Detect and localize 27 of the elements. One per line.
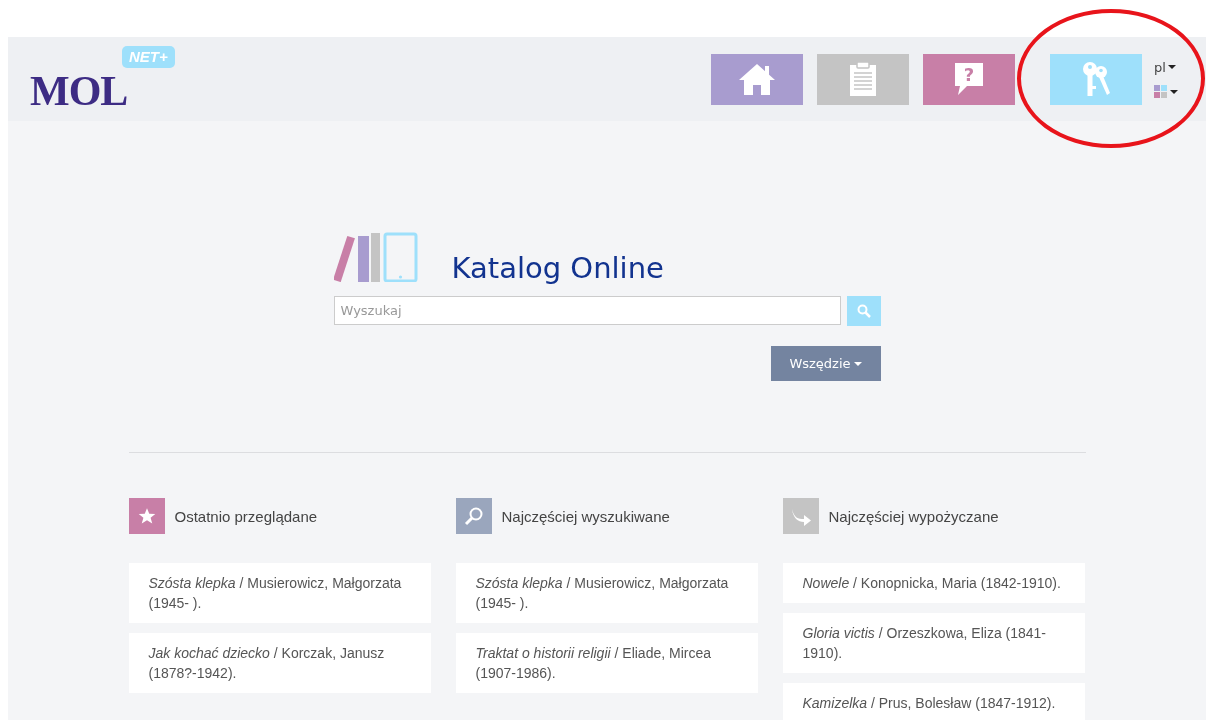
clipboard-button[interactable]: [817, 53, 909, 105]
theme-dropdown[interactable]: [1154, 84, 1178, 99]
catalog-title: Katalog Online: [451, 254, 664, 283]
book-entry-link[interactable]: Szósta klepka / Musierowicz, Małgorzata (1945- ).: [128, 563, 431, 623]
house-icon: [737, 62, 777, 96]
question-mark: ?: [963, 64, 975, 85]
book-entry-link[interactable]: Szósta klepka / Musierowicz, Małgorzata (1945- ).: [455, 563, 758, 623]
section-title: Ostatnio przeglądane: [174, 507, 318, 525]
book-entry-link[interactable]: Jak kochać dziecko / Korczak, Janusz (1878?-1942).: [128, 633, 431, 693]
books-tablet-icon: [333, 232, 418, 282]
clipboard-icon: [849, 61, 877, 97]
search-field[interactable]: Wyszukaj: [333, 296, 841, 325]
logo-text: MOL: [30, 70, 128, 112]
login-button[interactable]: [1050, 53, 1142, 105]
section-title: Najczęściej wyszukiwane: [501, 507, 670, 525]
search-button[interactable]: [846, 296, 881, 326]
speech-bubble-icon: [952, 61, 986, 97]
logo-badge: NET+: [122, 46, 175, 68]
section-title: Najczęściej wypożyczane: [828, 507, 999, 525]
scope-dropdown[interactable]: Wszędzie: [770, 346, 881, 381]
book-entry-link[interactable]: Traktat o historii religii / Eliade, Mircea (1907-1986).: [455, 633, 758, 693]
search-icon: [856, 304, 871, 318]
language-dropdown[interactable]: pl: [1154, 59, 1176, 75]
book-entry-link[interactable]: Nowele / Konopnicka, Maria (1842-1910).: [782, 563, 1085, 603]
book-entry-link[interactable]: Kamizelka / Prus, Bolesław (1847-1912).: [782, 683, 1085, 720]
book-entry-link[interactable]: Gloria victis / Orzeszkowa, Eliza (1841-1910).: [782, 613, 1085, 673]
home-button[interactable]: [711, 53, 803, 105]
